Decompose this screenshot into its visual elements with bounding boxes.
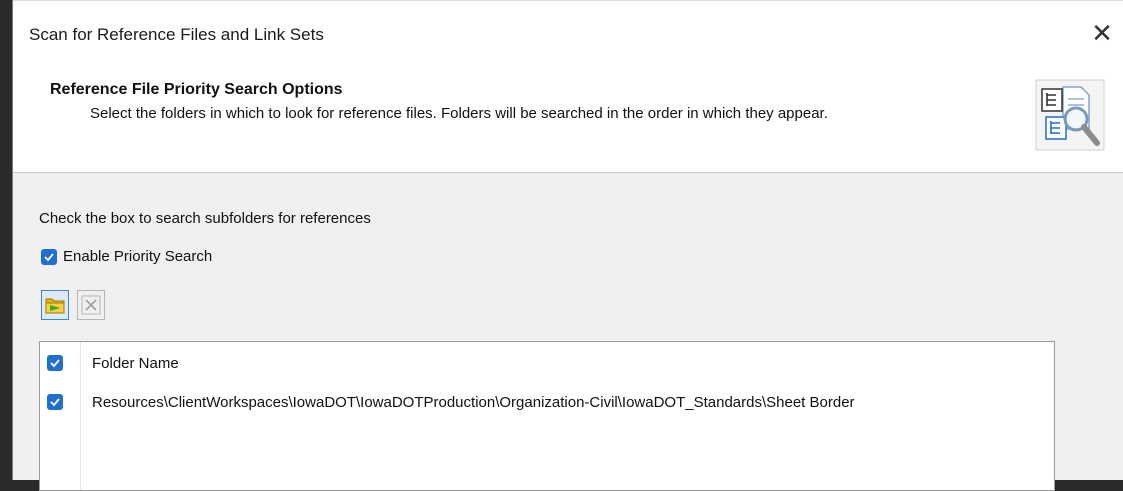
header-subtitle: Select the folders in which to look for …: [90, 105, 828, 122]
folder-list: Folder Name Resources\ClientWorkspaces\I…: [39, 341, 1055, 491]
subfolder-instruction: Check the box to search subfolders for r…: [39, 210, 371, 227]
add-folder-button[interactable]: [41, 290, 69, 320]
enable-priority-search-label: Enable Priority Search: [63, 248, 213, 265]
window-title: Scan for Reference Files and Link Sets: [29, 25, 324, 44]
enable-priority-search-checkbox[interactable]: Enable Priority Search: [41, 248, 212, 265]
wizard-header: Reference File Priority Search Options S…: [13, 70, 1123, 173]
select-all-checkbox[interactable]: [47, 355, 63, 371]
checkbox-checked-icon: [41, 248, 57, 265]
table-row[interactable]: Resources\ClientWorkspaces\IowaDOT\IowaD…: [40, 387, 1054, 417]
remove-folder-button[interactable]: [77, 290, 105, 320]
folder-list-header: Folder Name: [40, 348, 1054, 378]
scan-reference-dialog: Scan for Reference Files and Link Sets ✕…: [12, 0, 1123, 491]
folder-name-column-header[interactable]: Folder Name: [92, 355, 179, 372]
title-bar: Scan for Reference Files and Link Sets ✕: [13, 0, 1123, 71]
close-icon: ✕: [1091, 17, 1113, 48]
add-folder-icon: [45, 298, 65, 314]
folder-toolbar: [41, 290, 105, 320]
folder-row-checkbox[interactable]: [47, 394, 63, 410]
header-title: Reference File Priority Search Options: [50, 81, 343, 98]
close-button[interactable]: ✕: [1080, 13, 1123, 53]
folder-path: Resources\ClientWorkspaces\IowaDOT\IowaD…: [92, 393, 855, 411]
folder-tree-search-icon: [1035, 79, 1105, 151]
remove-icon: [81, 295, 101, 315]
